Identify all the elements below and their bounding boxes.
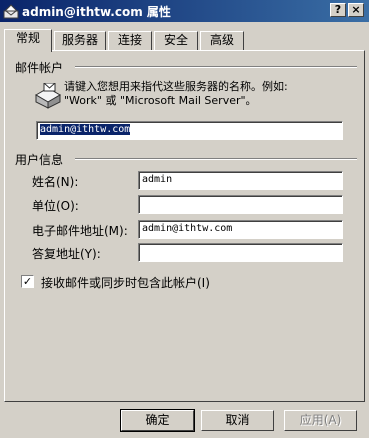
include-account-label[interactable]: 接收邮件或同步时包含此帐户(I) — [41, 274, 210, 291]
email-label: 电子邮件地址(M): — [32, 224, 128, 238]
tab-strip: 常规 服务器 连接 安全 高级 — [4, 29, 365, 52]
tab-servers[interactable]: 服务器 — [54, 31, 106, 50]
account-name-value: admin@ithtw.com — [38, 123, 132, 136]
mail-account-group-label: 邮件帐户 — [15, 61, 64, 75]
tab-general[interactable]: 常规 — [4, 29, 52, 52]
mail-server-icon — [35, 83, 61, 109]
reply-address-input[interactable] — [138, 243, 343, 262]
email-input[interactable]: admin@ithtw.com — [138, 220, 343, 239]
organization-label: 单位(O): — [32, 199, 79, 213]
group-separator — [75, 66, 357, 68]
help-button[interactable]: ? — [330, 3, 346, 17]
close-button[interactable]: × — [348, 3, 364, 17]
hint-line-2: "Work" 或 "Microsoft Mail Server"。 — [64, 94, 257, 107]
cancel-button[interactable]: 取消 — [201, 410, 274, 431]
general-panel: 邮件帐户 请键入您想用来指代这些服务器的名称。例如: "Work" 或 "Mic… — [4, 50, 365, 402]
ok-button[interactable]: 确定 — [120, 409, 195, 432]
hint-line-1: 请键入您想用来指代这些服务器的名称。例如: — [64, 80, 288, 93]
title-bar: admin@ithtw.com 属性 ? × — [0, 0, 369, 22]
group-separator — [75, 158, 357, 160]
user-info-group-label: 用户信息 — [15, 153, 64, 167]
tab-security[interactable]: 安全 — [154, 31, 198, 50]
reply-address-label: 答复地址(Y): — [32, 247, 101, 261]
tab-connection[interactable]: 连接 — [108, 31, 152, 50]
name-input[interactable]: admin — [138, 171, 343, 190]
name-label: 姓名(N): — [32, 175, 79, 189]
account-name-input[interactable]: admin@ithtw.com — [36, 121, 343, 140]
tab-advanced[interactable]: 高级 — [200, 31, 244, 50]
organization-input[interactable] — [138, 195, 343, 214]
mail-account-icon — [3, 4, 19, 19]
window-title: admin@ithtw.com 属性 — [22, 5, 171, 19]
account-name-hint: 请键入您想用来指代这些服务器的名称。例如: "Work" 或 "Microsof… — [64, 80, 288, 108]
include-account-checkbox[interactable]: ✓ — [21, 275, 34, 288]
apply-button[interactable]: 应用(A) — [284, 410, 357, 431]
